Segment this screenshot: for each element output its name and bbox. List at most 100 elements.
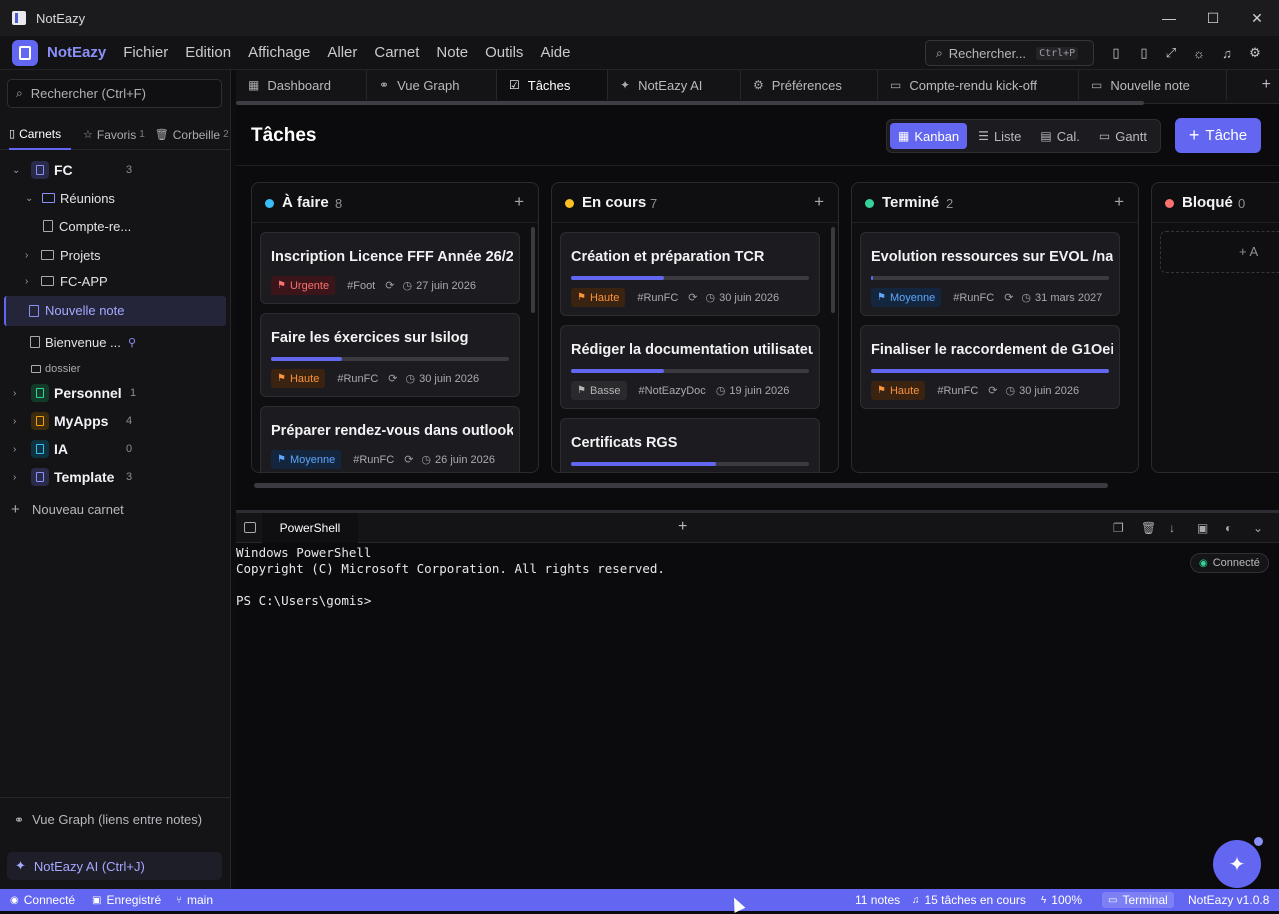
column-scrollbar[interactable] — [831, 227, 835, 313]
folder-dossier[interactable]: dossier — [0, 356, 231, 382]
menu-fichier[interactable]: Fichier — [123, 44, 168, 61]
notebook-template[interactable]: › Template 3 — [0, 464, 231, 490]
menu-aide[interactable]: Aide — [540, 44, 570, 61]
graph-view-link[interactable]: ⚭ Vue Graph (liens entre notes) — [14, 812, 202, 827]
task-card[interactable]: Préparer rendez-vous dans outlook ⚑ Moyen… — [260, 406, 520, 472]
view-kanban-button[interactable]: ▦ Kanban — [890, 123, 968, 149]
download-icon[interactable]: ↓ — [1169, 521, 1175, 535]
new-notebook-button[interactable]: + Nouveau carnet — [0, 496, 231, 522]
menu-aller[interactable]: Aller — [327, 44, 357, 61]
note-compte-rendu[interactable]: Compte-re... — [0, 213, 231, 239]
task-card[interactable]: Finaliser le raccordement de G1Oeil ⚑ Hau… — [860, 325, 1120, 409]
folder-reunions[interactable]: ⌄ Réunions — [0, 185, 231, 211]
task-card[interactable]: Certificats RGS — [560, 418, 820, 472]
menu-carnet[interactable]: Carnet — [374, 44, 419, 61]
tab-compte-rendu[interactable]: ▭ Compte-rendu kick-off — [878, 70, 1079, 100]
new-task-button[interactable]: + Tâche — [1175, 118, 1261, 153]
tab-taches-label: Tâches — [527, 77, 571, 93]
trash-icon[interactable]: 🗑 — [1141, 521, 1156, 535]
sidebar-left-icon[interactable]: ▯ — [1107, 44, 1125, 62]
task-card[interactable]: Faire les éxercices sur Isilog ⚑ Haute #R… — [260, 313, 520, 397]
task-progress — [571, 276, 809, 280]
view-list-button[interactable]: ☰ Liste — [970, 123, 1029, 149]
tab-corbeille[interactable]: 🗑 Corbeille 2 — [155, 120, 229, 150]
bell-icon[interactable]: ♫ — [1218, 44, 1236, 62]
view-calendar-button[interactable]: ▤ Cal. — [1032, 123, 1087, 149]
tab-preferences[interactable]: ⚙ Préférences — [741, 70, 878, 100]
ai-assistant-button[interactable]: ✦ NotEazy AI (Ctrl+J) — [7, 852, 222, 880]
column-add-button[interactable]: + — [814, 192, 824, 212]
global-search-input[interactable]: ⌕ Rechercher... Ctrl+P — [925, 40, 1094, 66]
note-nouvelle-note[interactable]: Nouvelle note — [4, 296, 226, 326]
task-card[interactable]: Evolution ressources sur EVOL /nas ⚑ Moye… — [860, 232, 1120, 316]
new-tab-button[interactable]: + — [1262, 76, 1271, 94]
chevron-right-icon[interactable]: › — [25, 276, 28, 287]
chevron-down-icon[interactable]: ⌄ — [1253, 521, 1263, 535]
priority-badge: ⚑ Urgente — [271, 276, 336, 295]
menu-edition[interactable]: Edition — [185, 44, 231, 61]
notebook-fc[interactable]: ⌄ FC 3 — [0, 157, 231, 183]
status-terminal-toggle[interactable]: ▭ Terminal — [1102, 892, 1174, 908]
note-bienvenue[interactable]: Bienvenue ... ⚲ — [0, 329, 231, 355]
sidebar-right-icon[interactable]: ▯ — [1135, 44, 1153, 62]
add-task-placeholder[interactable]: + A — [1160, 231, 1279, 273]
copy-icon[interactable]: ❐ — [1113, 521, 1124, 535]
tab-carnets[interactable]: ▯ Carnets — [9, 120, 71, 150]
column-add-button[interactable]: + — [514, 192, 524, 212]
notebook-ia[interactable]: › IA 0 — [0, 436, 231, 462]
save-icon[interactable]: ▣ — [1197, 521, 1208, 535]
close-button[interactable]: ✕ — [1235, 0, 1279, 36]
view-gantt-button[interactable]: ▭ Gantt — [1091, 123, 1155, 149]
notebook-personnel[interactable]: › Personnel 1 — [0, 380, 231, 406]
tab-vue-graph[interactable]: ⚭ Vue Graph — [367, 70, 497, 100]
task-card[interactable]: Inscription Licence FFF Année 26/2 ⚑ Urge… — [260, 232, 520, 304]
tab-favoris[interactable]: ☆ Favoris 1 — [83, 120, 145, 150]
notification-dot — [1252, 835, 1265, 848]
folder-projets[interactable]: › Projets — [0, 242, 231, 268]
status-connection[interactable]: ◉ Connecté — [10, 893, 75, 907]
sun-icon[interactable]: ☼ — [1190, 44, 1208, 62]
tab-noteazy-ai[interactable]: ✦ NotEazy AI — [608, 70, 741, 100]
ai-fab-button[interactable]: ✦ — [1213, 840, 1261, 888]
brand-name: NotEazy — [47, 44, 107, 61]
task-card[interactable]: Création et préparation TCR ⚑ Haute #RunF… — [560, 232, 820, 316]
expand-icon[interactable]: ⤢ — [1162, 44, 1180, 62]
maximize-button[interactable]: ☐ — [1191, 0, 1235, 36]
tab-nouvelle-note[interactable]: ▭ Nouvelle note — [1079, 70, 1227, 100]
task-title: Préparer rendez-vous dans outlook — [271, 423, 513, 439]
terminal-line: Copyright (C) Microsoft Corporation. All… — [236, 561, 665, 576]
menu-note[interactable]: Note — [436, 44, 468, 61]
chevron-down-icon[interactable]: ⌄ — [25, 193, 33, 204]
chevron-right-icon[interactable]: › — [13, 416, 16, 427]
terminal-output[interactable]: Windows PowerShell Copyright (C) Microso… — [236, 543, 1279, 889]
notebook-myapps[interactable]: › MyApps 4 — [0, 408, 231, 434]
menu-affichage[interactable]: Affichage — [248, 44, 310, 61]
chevron-right-icon[interactable]: › — [13, 472, 16, 483]
terminal-tab-powershell[interactable]: PowerShell — [262, 513, 358, 543]
tab-taches[interactable]: ☑ Tâches — [497, 70, 608, 100]
status-tasks[interactable]: ♫ 15 tâches en cours — [912, 893, 1026, 907]
chevron-right-icon[interactable]: › — [13, 444, 16, 455]
sidebar-search-input[interactable]: ⌕ Rechercher (Ctrl+F) — [7, 79, 222, 108]
minimize-button[interactable]: — — [1147, 0, 1191, 36]
column-add-button[interactable]: + — [1114, 192, 1124, 212]
status-branch[interactable]: ⑂ main — [176, 893, 213, 907]
status-zoom[interactable]: ϟ 100% — [1041, 893, 1082, 907]
new-terminal-button[interactable]: + — [678, 518, 687, 536]
task-progress — [571, 462, 809, 466]
gear-icon[interactable]: ⚙ — [1246, 44, 1264, 62]
board-scrollbar[interactable] — [254, 483, 1108, 488]
column-scrollbar[interactable] — [531, 227, 535, 313]
tab-dashboard[interactable]: ▦ Dashboard — [236, 70, 367, 100]
chevron-down-icon[interactable]: ⌄ — [12, 165, 20, 176]
palette-icon[interactable]: ◐ — [1225, 521, 1232, 535]
recurring-icon: ⟳ — [1004, 292, 1014, 304]
task-card[interactable]: Rédiger la documentation utilisateur ⚑ Ba… — [560, 325, 820, 409]
folder-fc-app[interactable]: › FC-APP — [0, 268, 231, 294]
new-notebook-label: Nouveau carnet — [32, 501, 124, 517]
chevron-right-icon[interactable]: › — [25, 250, 28, 261]
chevron-right-icon[interactable]: › — [13, 388, 16, 399]
status-saved[interactable]: ▣ Enregistré — [92, 893, 161, 907]
column-count: 7 — [650, 196, 658, 211]
menu-outils[interactable]: Outils — [485, 44, 523, 61]
